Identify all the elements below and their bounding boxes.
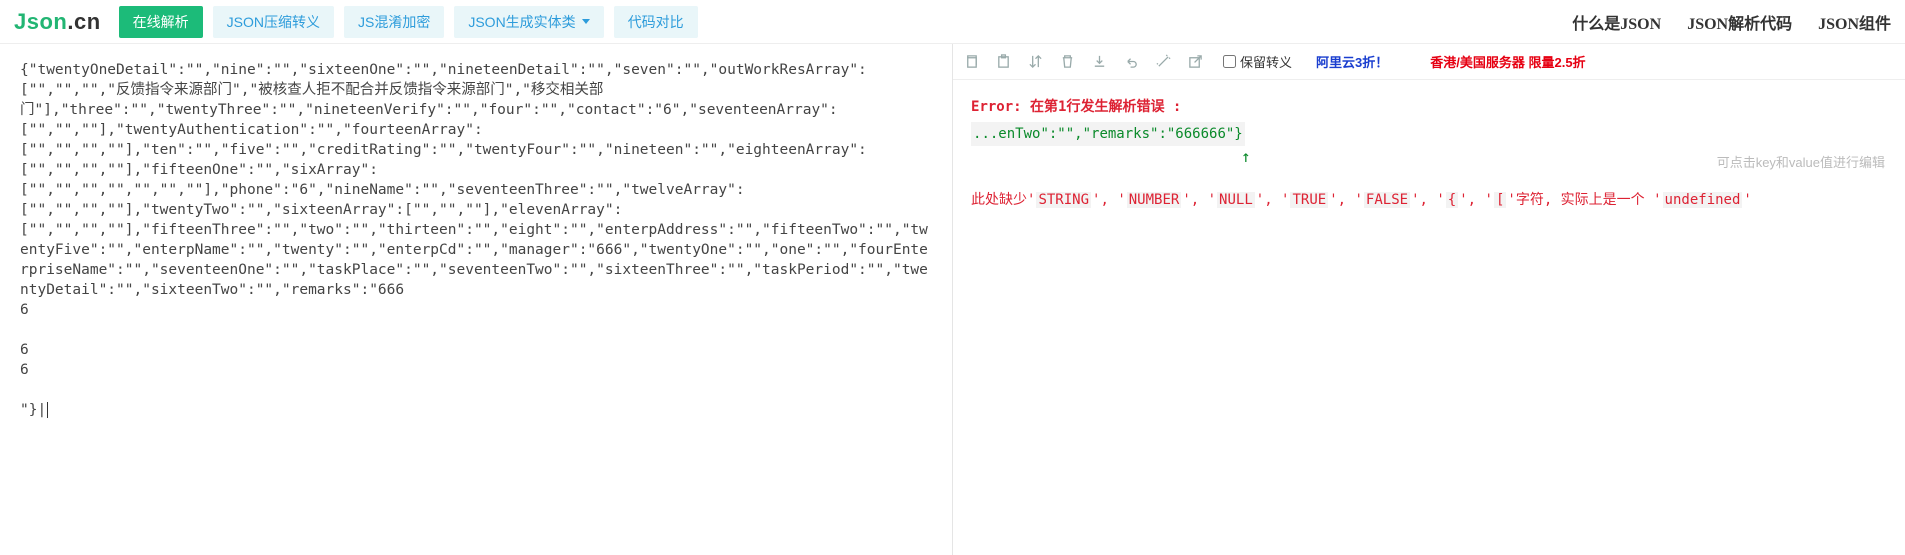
online-parse-button[interactable]: 在线解析	[119, 6, 203, 38]
missing-suffix: '字符, 实际上是一个 '	[1507, 192, 1661, 208]
arrow-up-icon: ↑	[1241, 146, 1251, 168]
result-area: 可点击key和value值进行编辑 Error: 在第1行发生解析错误 : ..…	[953, 80, 1905, 211]
preserve-escape-input[interactable]	[1223, 55, 1236, 68]
nav-left: 在线解析 JSON压缩转义 JS混淆加密 JSON生成实体类 代码对比	[119, 6, 698, 38]
output-pane: 保留转义 阿里云3折！ 香港/美国服务器 限量2.5折 可点击key和value…	[953, 44, 1905, 555]
text-cursor	[47, 402, 48, 418]
top-bar: Json.cn 在线解析 JSON压缩转义 JS混淆加密 JSON生成实体类 代…	[0, 0, 1905, 44]
download-icon[interactable]	[1091, 54, 1107, 70]
wand-icon[interactable]	[1155, 54, 1171, 70]
promo-aliyun[interactable]: 阿里云3折！	[1316, 52, 1388, 71]
error-tail: '	[1743, 192, 1751, 208]
copy-icon[interactable]	[963, 54, 979, 70]
paste-icon[interactable]	[995, 54, 1011, 70]
external-icon[interactable]	[1187, 54, 1203, 70]
promo-server[interactable]: 香港/美国服务器 限量2.5折	[1430, 52, 1585, 71]
json-to-entity-dropdown[interactable]: JSON生成实体类	[454, 6, 603, 38]
undo-icon[interactable]	[1123, 54, 1139, 70]
chevron-down-icon	[582, 19, 590, 24]
nav-link-what-is-json[interactable]: 什么是JSON	[1572, 10, 1661, 34]
input-text: {"twentyOneDetail":"","nine":"","sixteen…	[20, 62, 928, 418]
expected-token: NUMBER	[1127, 192, 1182, 208]
sort-icon[interactable]	[1027, 54, 1043, 70]
error-title: Error: 在第1行发生解析错误 :	[971, 96, 1887, 118]
preserve-escape-checkbox[interactable]: 保留转义	[1223, 52, 1292, 71]
code-diff-button[interactable]: 代码对比	[614, 6, 698, 38]
js-obfuscate-button[interactable]: JS混淆加密	[344, 6, 444, 38]
nav-right: 什么是JSON JSON解析代码 JSON组件	[1572, 10, 1891, 34]
expected-token: [	[1494, 192, 1506, 208]
logo-accent: Json	[14, 9, 67, 34]
expected-token: STRING	[1036, 192, 1091, 208]
json-compress-button[interactable]: JSON压缩转义	[213, 6, 334, 38]
input-pane[interactable]: {"twentyOneDetail":"","nine":"","sixteen…	[0, 44, 952, 555]
workspace: {"twentyOneDetail":"","nine":"","sixteen…	[0, 44, 1905, 555]
preserve-escape-label: 保留转义	[1240, 52, 1292, 71]
nav-link-parse-code[interactable]: JSON解析代码	[1687, 10, 1792, 34]
logo[interactable]: Json.cn	[14, 9, 101, 35]
error-detail: 此处缺少'STRING', 'NUMBER', 'NULL', 'TRUE', …	[971, 189, 1887, 211]
token-actual: undefined	[1663, 192, 1743, 208]
nav-link-components[interactable]: JSON组件	[1818, 10, 1891, 34]
trash-icon[interactable]	[1059, 54, 1075, 70]
expected-token: FALSE	[1364, 192, 1410, 208]
edit-hint: 可点击key和value值进行编辑	[1717, 152, 1885, 174]
error-snippet: ...enTwo":"","remarks":"666666"}	[971, 122, 1245, 146]
json-to-entity-label: JSON生成实体类	[468, 12, 575, 32]
missing-prefix: 此处缺少'	[971, 192, 1035, 208]
logo-rest: .cn	[67, 9, 100, 34]
expected-token: TRUE	[1290, 192, 1328, 208]
expected-token: {	[1446, 192, 1458, 208]
output-toolbar: 保留转义 阿里云3折！ 香港/美国服务器 限量2.5折	[953, 44, 1905, 80]
expected-token: NULL	[1217, 192, 1255, 208]
